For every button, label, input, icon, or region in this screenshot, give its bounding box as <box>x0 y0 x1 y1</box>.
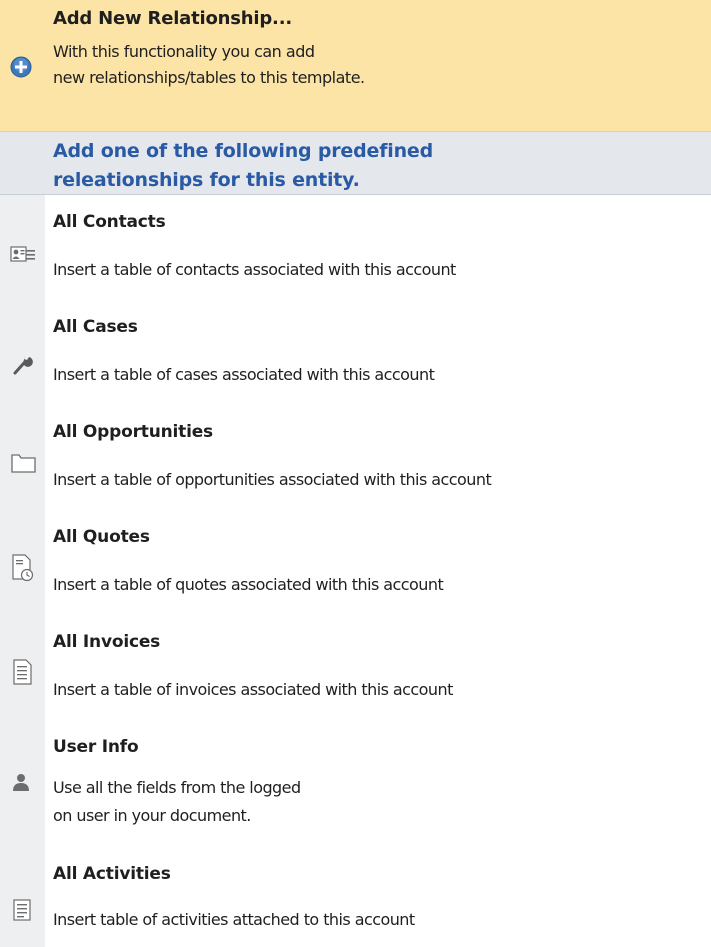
item-description: Insert a table of quotes associated with… <box>53 575 444 594</box>
menu-item-all-opportunities[interactable]: All Opportunities Insert a table of oppo… <box>0 410 711 510</box>
item-title: All Cases <box>53 317 138 337</box>
add-new-description: With this functionality you can add new … <box>53 39 365 91</box>
item-description: Insert a table of cases associated with … <box>53 365 435 384</box>
menu-item-all-quotes[interactable]: All Quotes Insert a table of quotes asso… <box>0 515 711 615</box>
contact-card-icon <box>9 244 37 270</box>
menu-item-all-cases[interactable]: All Cases Insert a table of cases associ… <box>0 305 711 405</box>
predefined-section-header: Add one of the following predefined rele… <box>0 132 711 195</box>
add-new-title: Add New Relationship... <box>53 8 292 29</box>
section-header-text: Add one of the following predefined rele… <box>53 137 653 195</box>
item-title: All Invoices <box>53 632 161 652</box>
document-clock-icon <box>9 553 37 582</box>
notes-icon <box>9 898 37 924</box>
item-description: Insert table of activities attached to t… <box>53 910 415 929</box>
menu-item-user-info[interactable]: User Info Use all the fields from the lo… <box>0 725 711 855</box>
add-new-relationship-item[interactable]: Add New Relationship... With this functi… <box>0 0 711 132</box>
item-title: User Info <box>53 737 139 757</box>
document-icon <box>9 658 37 685</box>
add-new-desc-line-1: With this functionality you can add <box>53 42 315 61</box>
section-header-line-1: Add one of the following predefined <box>53 140 433 162</box>
menu-item-all-invoices[interactable]: All Invoices Insert a table of invoices … <box>0 620 711 720</box>
folder-icon <box>9 450 37 476</box>
item-title: All Opportunities <box>53 422 213 442</box>
add-new-desc-line-2: new relationships/tables to this templat… <box>53 68 365 87</box>
user-icon <box>9 771 37 797</box>
item-desc-line-1: Use all the fields from the logged <box>53 778 301 797</box>
item-description: Insert a table of invoices associated wi… <box>53 680 453 699</box>
menu-item-all-contacts[interactable]: All Contacts Insert a table of contacts … <box>0 200 711 300</box>
item-title: All Quotes <box>53 527 150 547</box>
item-description: Insert a table of contacts associated wi… <box>53 260 456 279</box>
item-desc-line-2: on user in your document. <box>53 806 251 825</box>
plus-circle-icon <box>10 56 32 78</box>
item-title: All Activities <box>53 864 171 884</box>
menu-item-all-activities[interactable]: All Activities Insert table of activitie… <box>0 860 711 947</box>
item-title: All Contacts <box>53 212 166 232</box>
item-description: Use all the fields from the logged on us… <box>53 774 301 830</box>
wrench-icon <box>9 351 37 377</box>
section-header-line-2: releationships for this entity. <box>53 169 360 191</box>
item-description: Insert a table of opportunities associat… <box>53 470 492 489</box>
relationship-menu: Add New Relationship... With this functi… <box>0 0 711 947</box>
